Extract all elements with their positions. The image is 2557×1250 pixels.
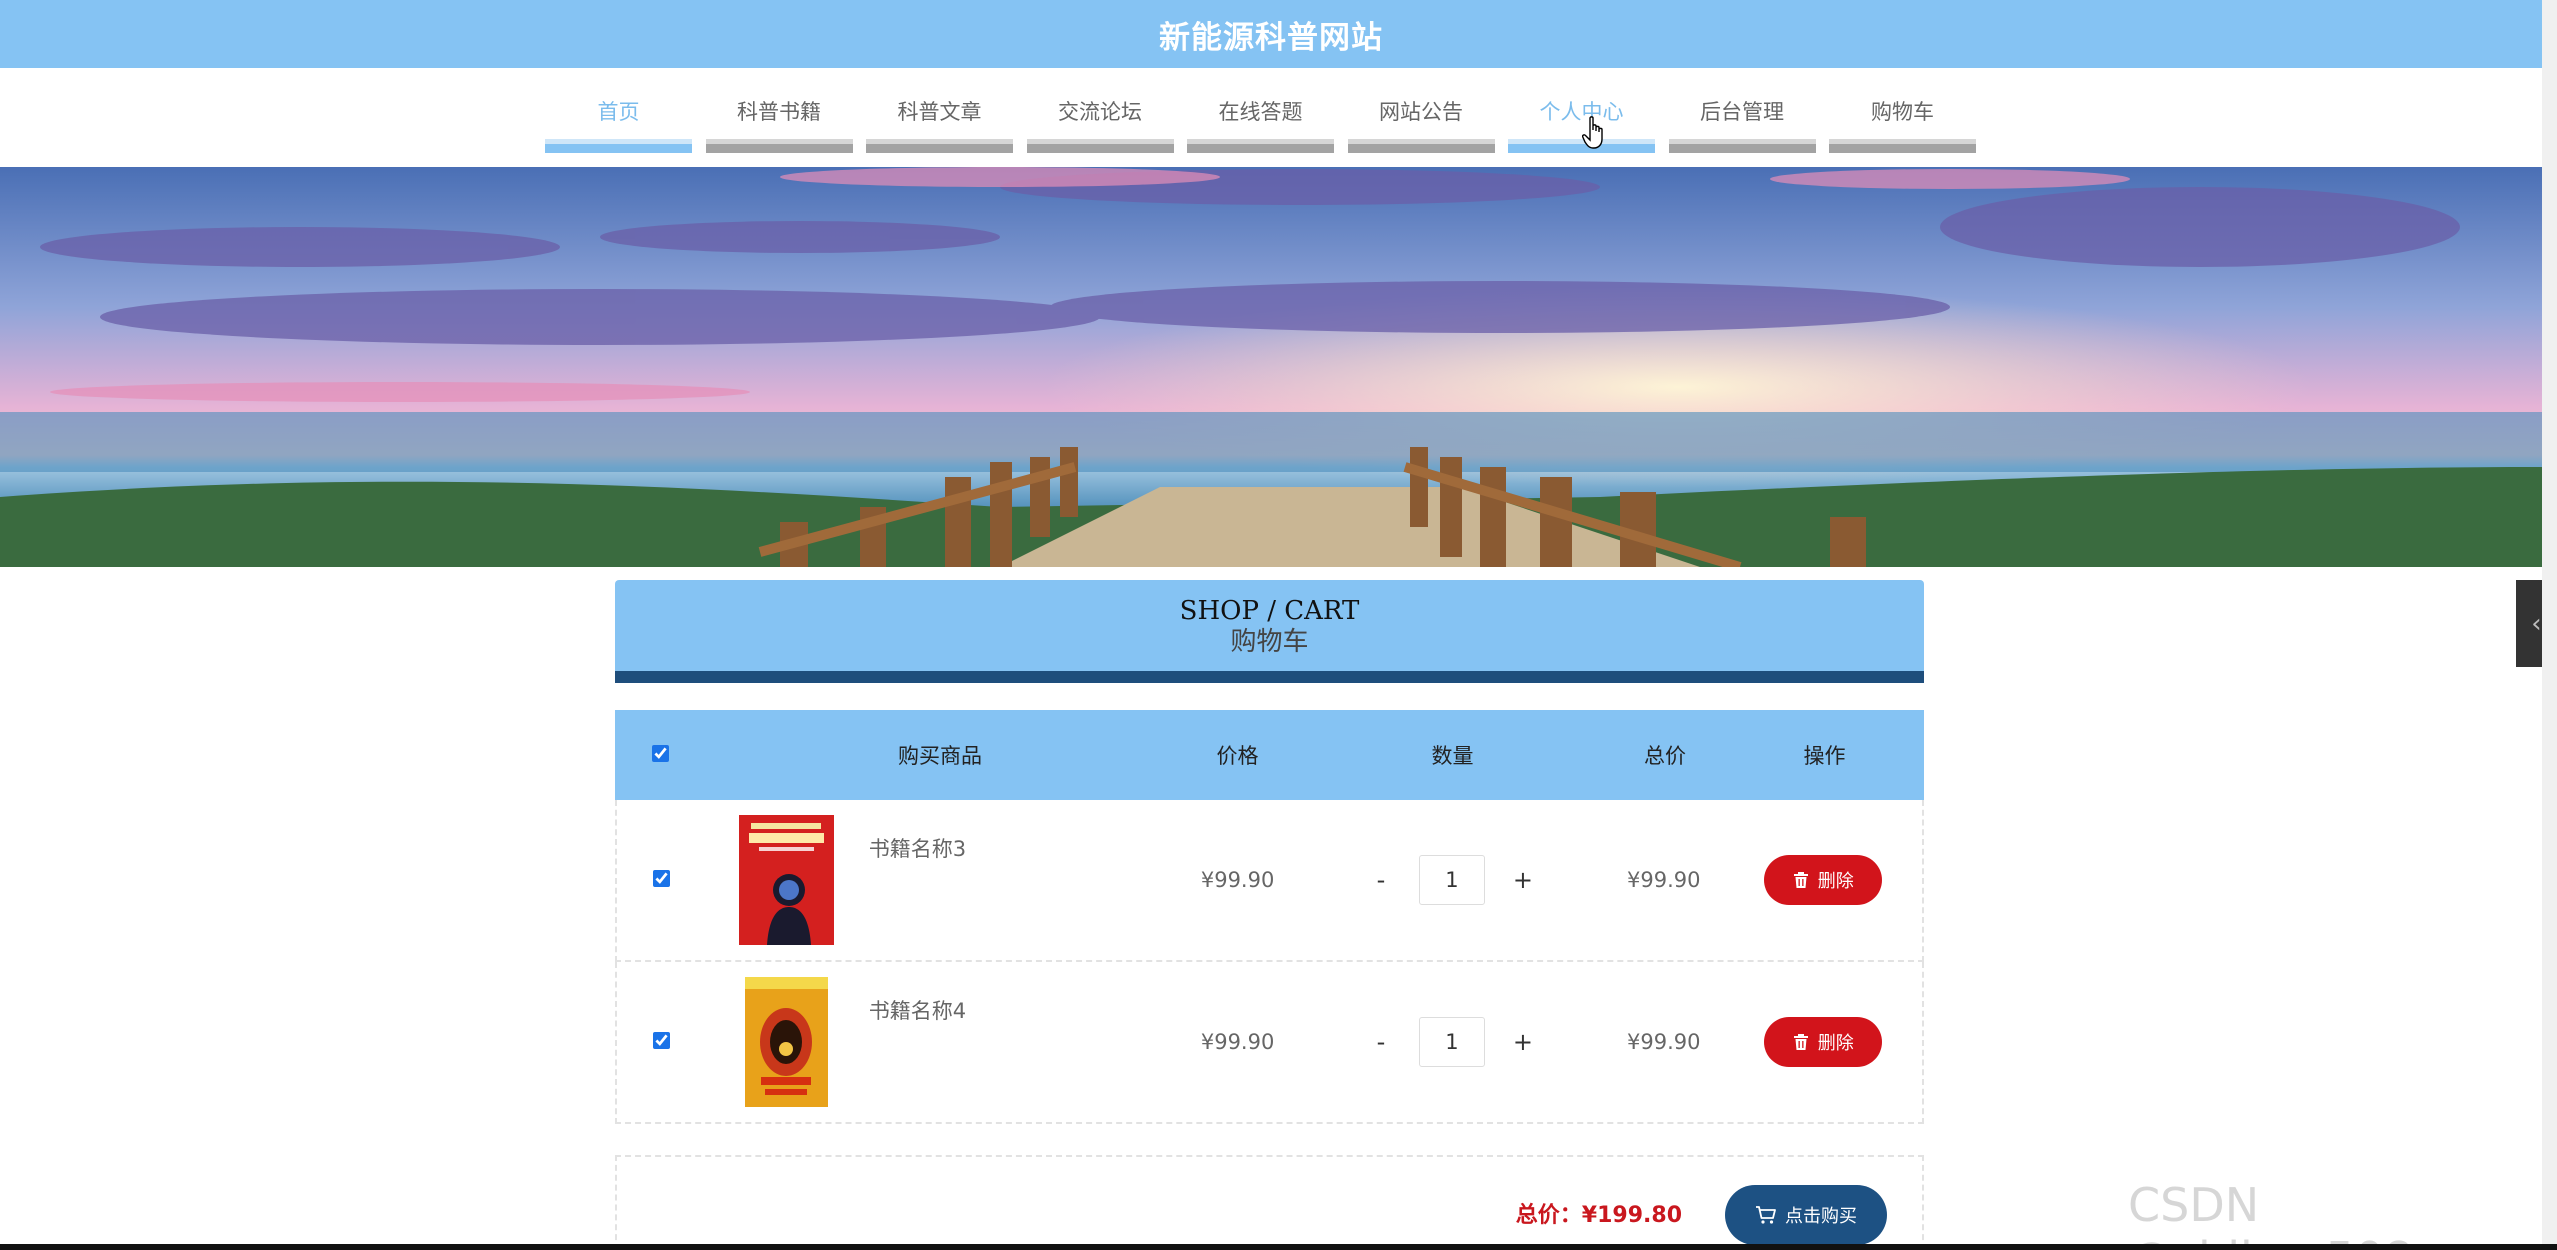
row-checkbox[interactable] bbox=[653, 1031, 671, 1049]
book-cover-image[interactable] bbox=[738, 815, 834, 945]
row-check-cell bbox=[617, 1031, 707, 1053]
cart-table: 购买商品 价格 数量 总价 操作 书籍名称3 ¥99.90 - 1 + ¥99.… bbox=[615, 710, 1924, 1124]
main-nav: 首页 科普书籍 科普文章 交流论坛 在线答题 网站公告 个人中心 后台管理 购物… bbox=[545, 88, 1990, 153]
chevron-left-icon: ‹ bbox=[2531, 608, 2542, 639]
nav-underline bbox=[705, 139, 853, 153]
nav-label: 后台管理 bbox=[1700, 100, 1784, 124]
cart-icon bbox=[1756, 1206, 1776, 1224]
header-operation: 操作 bbox=[1803, 744, 1846, 768]
nav-label: 在线答题 bbox=[1218, 100, 1303, 124]
bottom-edge bbox=[0, 1244, 2557, 1250]
delete-label: 删除 bbox=[1817, 1033, 1854, 1054]
qty-plus-button[interactable]: + bbox=[1505, 866, 1541, 894]
cart-row: 书籍名称4 ¥99.90 - + ¥99.90 删除 bbox=[615, 962, 1924, 1124]
row-operation: 删除 bbox=[1724, 855, 1922, 905]
nav-underline bbox=[1026, 139, 1174, 153]
site-header: 新能源科普网站 bbox=[0, 0, 2542, 68]
cart-summary: 总价：¥199.80 点击购买 bbox=[615, 1155, 1924, 1250]
nav-underline bbox=[1187, 139, 1334, 153]
nav-item-admin[interactable]: 后台管理 bbox=[1668, 88, 1816, 153]
nav-underline bbox=[545, 139, 692, 153]
header-total: 总价 bbox=[1644, 744, 1686, 768]
nav-item-quiz[interactable]: 在线答题 bbox=[1187, 88, 1334, 153]
nav-label: 首页 bbox=[597, 100, 640, 124]
buy-button[interactable]: 点击购买 bbox=[1725, 1185, 1887, 1245]
nav-underline bbox=[1668, 139, 1816, 153]
nav-label: 购物车 bbox=[1871, 100, 1934, 124]
header-check-cell bbox=[615, 743, 705, 767]
hero-banner bbox=[0, 167, 2542, 567]
nav-item-announcements[interactable]: 网站公告 bbox=[1347, 88, 1495, 153]
row-price: ¥99.90 bbox=[1200, 868, 1275, 892]
quantity-input[interactable] bbox=[1418, 855, 1485, 905]
trash-icon bbox=[1793, 1034, 1808, 1050]
delete-label: 删除 bbox=[1817, 871, 1854, 892]
qty-minus-button[interactable]: - bbox=[1363, 866, 1399, 894]
delete-button[interactable]: 删除 bbox=[1763, 1017, 1882, 1067]
row-operation: 删除 bbox=[1724, 1017, 1922, 1067]
site-title: 新能源科普网站 bbox=[1159, 19, 1383, 56]
nav-item-articles[interactable]: 科普文章 bbox=[866, 88, 1013, 153]
nav-label: 交流论坛 bbox=[1058, 100, 1142, 124]
buy-label: 点击购买 bbox=[1785, 1206, 1857, 1227]
total-label: 总价： bbox=[1515, 1203, 1582, 1228]
row-check-cell bbox=[617, 869, 707, 891]
trash-icon bbox=[1793, 872, 1808, 888]
nav-item-books[interactable]: 科普书籍 bbox=[705, 88, 853, 153]
section-title-en: SHOP / CART bbox=[1179, 596, 1360, 626]
row-price: ¥99.90 bbox=[1200, 1030, 1275, 1054]
nav-underline bbox=[866, 139, 1013, 153]
select-all-checkbox[interactable] bbox=[651, 745, 669, 762]
header-price: 价格 bbox=[1216, 744, 1259, 768]
qty-plus-button[interactable]: + bbox=[1505, 1028, 1541, 1056]
row-product: 书籍名称3 bbox=[707, 815, 1176, 945]
beach-sunset-image bbox=[0, 167, 2542, 567]
cart-row: 书籍名称3 ¥99.90 - + ¥99.90 删除 bbox=[615, 800, 1924, 962]
row-total: ¥99.90 bbox=[1627, 1030, 1701, 1054]
nav-label: 科普文章 bbox=[897, 100, 982, 124]
quantity-stepper: - + bbox=[1300, 855, 1604, 905]
row-checkbox[interactable] bbox=[653, 869, 671, 887]
book-cover-three-body-art bbox=[744, 977, 828, 1107]
nav-underline bbox=[1829, 139, 1976, 153]
row-total: ¥99.90 bbox=[1627, 868, 1701, 892]
nav-item-home[interactable]: 首页 bbox=[545, 88, 692, 153]
page-scrollbar[interactable] bbox=[2542, 0, 2557, 1244]
cart-section-header: SHOP / CART 购物车 bbox=[615, 580, 1924, 683]
row-product: 书籍名称4 bbox=[707, 977, 1176, 1107]
delete-button[interactable]: 删除 bbox=[1763, 855, 1882, 905]
hand-cursor-icon bbox=[1582, 116, 1603, 149]
nav-label: 科普书籍 bbox=[737, 100, 821, 124]
cart-table-header: 购买商品 价格 数量 总价 操作 bbox=[615, 710, 1924, 800]
header-quantity: 数量 bbox=[1431, 744, 1474, 768]
book-cover-image[interactable] bbox=[739, 977, 834, 1107]
qty-minus-button[interactable]: - bbox=[1363, 1028, 1399, 1056]
book-name[interactable]: 书籍名称4 bbox=[869, 995, 966, 1025]
book-name[interactable]: 书籍名称3 bbox=[869, 833, 966, 863]
total-price: 总价：¥199.80 bbox=[1516, 1197, 1682, 1229]
book-cover-memory-art bbox=[738, 815, 834, 945]
quantity-stepper: - + bbox=[1300, 1017, 1604, 1067]
header-product: 购买商品 bbox=[898, 744, 982, 768]
watermark-text: CSDN @zhihao508 bbox=[2128, 1178, 2413, 1250]
nav-item-forum[interactable]: 交流论坛 bbox=[1026, 88, 1174, 153]
nav-item-cart[interactable]: 购物车 bbox=[1829, 88, 1976, 153]
nav-label: 网站公告 bbox=[1379, 100, 1463, 124]
quantity-input[interactable] bbox=[1418, 1017, 1485, 1067]
total-value: ¥199.80 bbox=[1581, 1203, 1682, 1228]
nav-underline bbox=[1347, 139, 1495, 153]
section-title-zh: 购物车 bbox=[1230, 627, 1309, 657]
